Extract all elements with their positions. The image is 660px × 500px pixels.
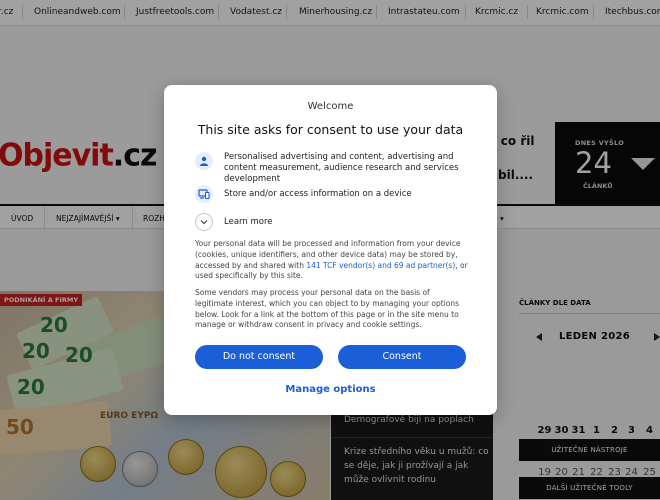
dialog-title: This site asks for consent to use your d… <box>197 122 464 137</box>
learn-more-label[interactable]: Learn more <box>224 217 474 228</box>
purpose-personalised-ads: Personalised advertising and content, ad… <box>195 152 485 184</box>
learn-more-toggle[interactable]: Learn more <box>195 213 485 233</box>
data-processing-notice: Your personal data will be processed and… <box>195 239 470 282</box>
legitimate-interest-notice: Some vendors may process your personal d… <box>195 288 460 330</box>
manage-options-link[interactable]: Manage options <box>164 384 497 395</box>
consent-dialog: Welcome This site asks for consent to us… <box>164 85 497 415</box>
do-not-consent-button[interactable]: Do not consent <box>195 345 323 369</box>
device-icon <box>195 185 213 203</box>
chevron-down-icon[interactable] <box>195 213 213 231</box>
person-icon <box>195 152 213 170</box>
purpose-device-storage: Store and/or access information on a dev… <box>195 185 485 205</box>
purpose-text: Store and/or access information on a dev… <box>224 189 412 199</box>
vendors-link[interactable]: 141 TCF vendor(s) and 69 ad partner(s) <box>306 261 455 270</box>
consent-button[interactable]: Consent <box>338 345 466 369</box>
purpose-text: Personalised advertising and content, ad… <box>224 152 459 184</box>
welcome-text: Welcome <box>307 101 354 112</box>
